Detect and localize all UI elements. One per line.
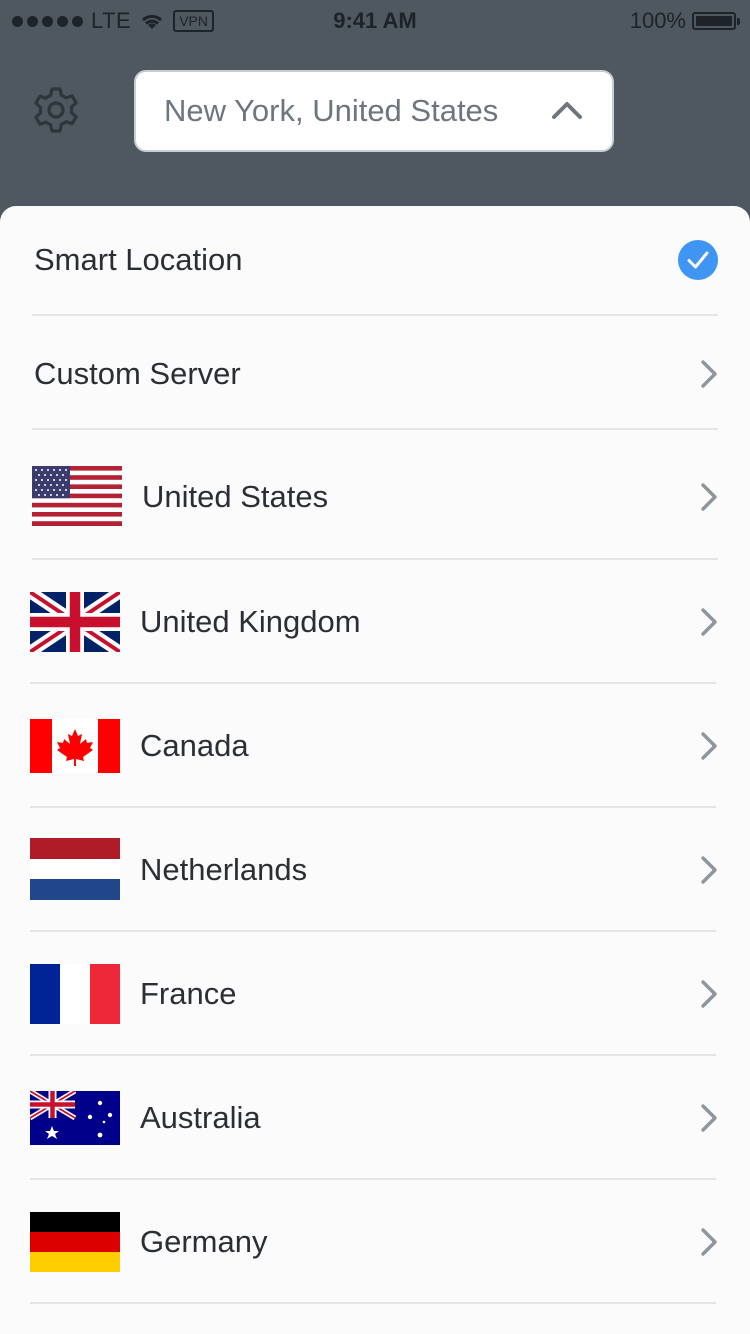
chevron-right-icon bbox=[701, 360, 717, 388]
battery-icon bbox=[692, 12, 740, 30]
location-dropdown[interactable]: New York, United States bbox=[134, 70, 614, 152]
chevron-up-icon bbox=[552, 102, 582, 119]
chevron-right-icon bbox=[701, 1104, 717, 1132]
battery-percent: 100% bbox=[629, 8, 686, 33]
france-flag-icon bbox=[30, 964, 120, 1024]
divider bbox=[32, 428, 718, 430]
divider bbox=[30, 1178, 716, 1180]
country-row-australia[interactable]: Australia bbox=[0, 1083, 750, 1153]
chevron-right-icon bbox=[701, 732, 717, 760]
country-row-germany[interactable]: Germany bbox=[0, 1207, 750, 1277]
divider bbox=[32, 558, 718, 560]
divider bbox=[32, 314, 718, 316]
smart-location-label: Smart Location bbox=[34, 242, 243, 277]
us-flag-icon bbox=[32, 466, 122, 526]
smart-location-row[interactable]: Smart Location bbox=[0, 226, 750, 294]
gear-icon[interactable] bbox=[30, 84, 82, 136]
australia-flag-icon bbox=[30, 1091, 120, 1145]
country-label: Australia bbox=[140, 1100, 261, 1135]
country-label: Canada bbox=[140, 728, 249, 763]
country-label: United States bbox=[142, 479, 329, 514]
location-list-sheet: Smart Location Custom Server United Stat… bbox=[0, 206, 750, 1334]
uk-flag-icon bbox=[30, 592, 120, 652]
chevron-right-icon bbox=[701, 1228, 717, 1256]
country-label: Germany bbox=[140, 1224, 268, 1259]
divider bbox=[30, 806, 716, 808]
divider bbox=[30, 1054, 716, 1056]
country-label: France bbox=[140, 976, 237, 1011]
checkmark-icon bbox=[678, 240, 718, 280]
country-row-netherlands[interactable]: Netherlands bbox=[0, 835, 750, 905]
chevron-right-icon bbox=[701, 856, 717, 884]
country-row-united-states[interactable]: United States bbox=[0, 462, 750, 532]
germany-flag-icon bbox=[30, 1212, 120, 1272]
chevron-right-icon bbox=[701, 608, 717, 636]
divider bbox=[30, 682, 716, 684]
chevron-right-icon bbox=[701, 483, 717, 511]
country-row-united-kingdom[interactable]: United Kingdom bbox=[0, 587, 750, 657]
custom-server-label: Custom Server bbox=[34, 356, 241, 391]
custom-server-row[interactable]: Custom Server bbox=[0, 340, 750, 408]
chevron-right-icon bbox=[701, 980, 717, 1008]
selected-location: New York, United States bbox=[164, 93, 499, 128]
status-bar: LTE VPN 9:41 AM 100% bbox=[0, 0, 750, 40]
country-label: Netherlands bbox=[140, 852, 308, 887]
netherlands-flag-icon bbox=[30, 838, 120, 900]
country-label: United Kingdom bbox=[140, 604, 361, 639]
country-row-france[interactable]: France bbox=[0, 959, 750, 1029]
canada-flag-icon bbox=[30, 719, 120, 773]
country-row-canada[interactable]: Canada bbox=[0, 711, 750, 781]
divider bbox=[30, 930, 716, 932]
divider bbox=[30, 1302, 716, 1304]
